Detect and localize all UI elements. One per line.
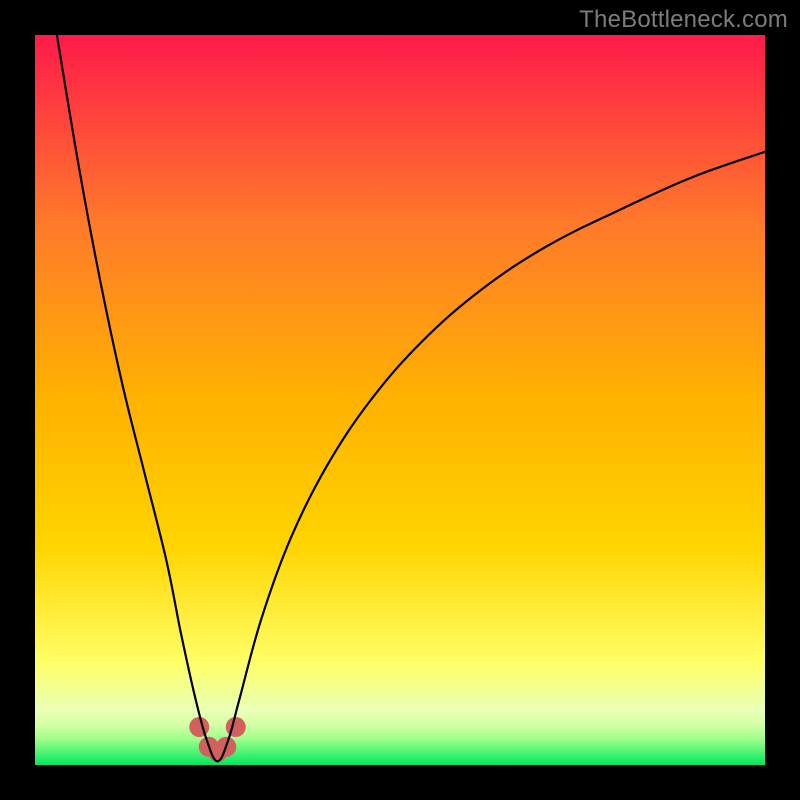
gradient-background xyxy=(35,35,765,765)
watermark-text: TheBottleneck.com xyxy=(579,6,788,34)
chart-frame: TheBottleneck.com xyxy=(0,0,800,800)
chart-svg xyxy=(35,35,765,765)
plot-area xyxy=(35,35,765,765)
highlight-dot xyxy=(189,717,209,737)
highlight-dot xyxy=(226,717,246,737)
